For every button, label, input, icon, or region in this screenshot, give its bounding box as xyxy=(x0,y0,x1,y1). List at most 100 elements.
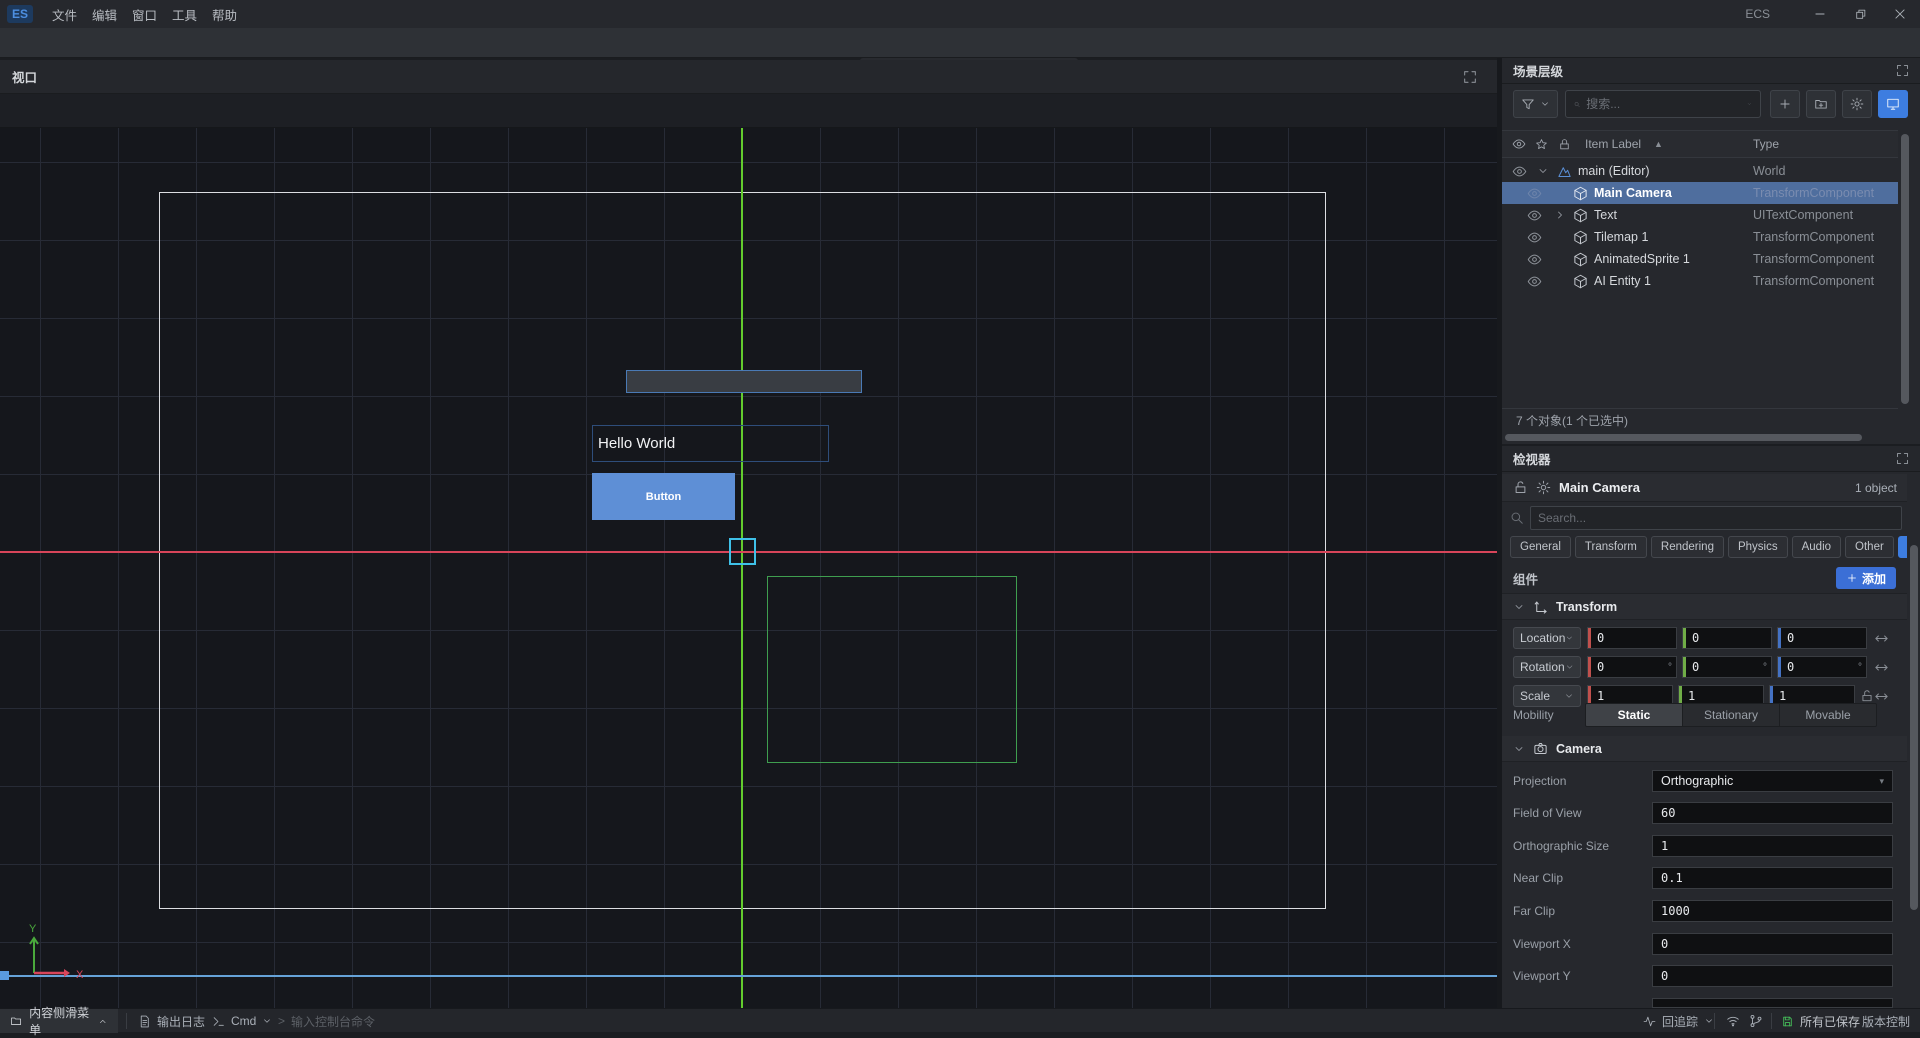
output-log-button[interactable]: 输出日志 xyxy=(138,1009,205,1033)
tab-transform[interactable]: Transform xyxy=(1575,536,1647,558)
tree-row-animatedsprite[interactable]: AnimatedSprite 1 TransformComponent xyxy=(1502,248,1898,270)
location-dropdown[interactable]: Location xyxy=(1513,627,1581,649)
funnel-icon xyxy=(1521,97,1535,111)
rotation-y-field[interactable]: ° xyxy=(1682,656,1772,678)
rotation-x-field[interactable]: ° xyxy=(1587,656,1677,678)
inspector-tabs: General Transform Rendering Physics Audi… xyxy=(1510,536,1920,558)
tree-row-tilemap[interactable]: Tilemap 1 TransformComponent xyxy=(1502,226,1898,248)
add-component-button[interactable]: 添加 xyxy=(1836,567,1896,589)
entity-button[interactable]: Button xyxy=(592,473,735,520)
display-mode-button[interactable] xyxy=(1878,90,1908,118)
chevron-down-icon[interactable] xyxy=(1537,165,1549,177)
tree-column-header[interactable]: Item Label ▲ Type xyxy=(1502,130,1898,158)
save-status[interactable]: 所有已保存 xyxy=(1781,1009,1860,1033)
inspector-search-input[interactable] xyxy=(1538,511,1894,525)
terminal-icon xyxy=(212,1015,225,1028)
near-clip-input[interactable] xyxy=(1652,867,1893,889)
hierarchy-expand-icon[interactable] xyxy=(1895,63,1910,78)
visibility-eye-icon[interactable] xyxy=(1527,186,1542,201)
chevron-down-icon xyxy=(1704,1016,1714,1026)
inspector-vertical-scrollbar[interactable] xyxy=(1907,474,1920,1008)
location-y-field[interactable] xyxy=(1682,627,1772,649)
entity-button-label: Button xyxy=(646,491,681,503)
mobility-static[interactable]: Static xyxy=(1586,704,1683,726)
version-control-button[interactable]: 版本控制 xyxy=(1862,1009,1910,1033)
close-button[interactable] xyxy=(1880,0,1920,28)
tree-row-main-camera[interactable]: Main Camera TransformComponent xyxy=(1502,182,1898,204)
console-command-input[interactable]: > 输入控制台命令 xyxy=(278,1009,375,1033)
unlock-icon[interactable] xyxy=(1513,480,1528,495)
tab-general[interactable]: General xyxy=(1510,536,1571,558)
visibility-eye-icon[interactable] xyxy=(1512,164,1527,179)
tree-row-main[interactable]: main (Editor) World xyxy=(1502,160,1898,182)
entity-cube-icon xyxy=(1573,208,1588,223)
hierarchy-search[interactable] xyxy=(1565,90,1761,118)
viewport-expand-icon[interactable] xyxy=(1462,69,1478,85)
tree-row-label: AnimatedSprite 1 xyxy=(1594,252,1690,266)
field-of-view-input[interactable] xyxy=(1652,802,1893,824)
reset-rotation-icon[interactable] xyxy=(1874,660,1889,675)
camera-section-header[interactable]: Camera xyxy=(1502,736,1920,762)
inspector-expand-icon[interactable] xyxy=(1895,451,1910,466)
near-clip-row: Near Clip xyxy=(1502,863,1920,893)
tab-audio[interactable]: Audio xyxy=(1792,536,1841,558)
gear-icon[interactable] xyxy=(1536,480,1551,495)
viewport-canvas[interactable]: Hello World Button Y X xyxy=(0,128,1497,1008)
entity-text[interactable]: Hello World xyxy=(592,425,829,462)
hierarchy-vertical-scrollbar[interactable] xyxy=(1898,130,1911,442)
viewport-y-input[interactable] xyxy=(1652,965,1893,987)
tab-other[interactable]: Other xyxy=(1845,536,1894,558)
visibility-eye-icon[interactable] xyxy=(1527,230,1542,245)
visibility-eye-icon[interactable] xyxy=(1527,274,1542,289)
camera-icon xyxy=(1533,741,1548,756)
hierarchy-header: 场景层级 xyxy=(1502,58,1920,84)
far-clip-input[interactable] xyxy=(1652,900,1893,922)
rotation-z-field[interactable]: ° xyxy=(1777,656,1867,678)
tree-row-text[interactable]: Text UITextComponent xyxy=(1502,204,1898,226)
mobility-movable[interactable]: Movable xyxy=(1780,704,1876,726)
new-folder-button[interactable] xyxy=(1806,90,1836,118)
minimize-button[interactable] xyxy=(1800,0,1840,28)
tree-row-label: AI Entity 1 xyxy=(1594,274,1651,288)
column-type[interactable]: Type xyxy=(1753,137,1779,151)
filter-dropdown[interactable] xyxy=(1513,90,1558,118)
entity-collider-rect[interactable] xyxy=(767,576,1017,763)
lock-column-icon xyxy=(1558,138,1571,151)
rotation-dropdown[interactable]: Rotation xyxy=(1513,656,1581,678)
selection-handle[interactable] xyxy=(729,538,756,565)
mobility-stationary[interactable]: Stationary xyxy=(1683,704,1780,726)
entity-tilemap-bar[interactable] xyxy=(626,370,862,393)
inspector-search[interactable] xyxy=(1510,506,1902,530)
viewport-title: 视口 xyxy=(12,67,37,86)
rotation-row: Rotation ° ° ° xyxy=(1502,653,1920,682)
content-drawer-button[interactable]: 内容侧滑菜单 xyxy=(0,1009,118,1033)
restore-button[interactable] xyxy=(1840,0,1880,28)
location-x-field[interactable] xyxy=(1587,627,1677,649)
network-status-icon[interactable] xyxy=(1726,1014,1740,1028)
projection-select[interactable]: Orthographic ▾ xyxy=(1652,770,1893,792)
scene-hierarchy-panel: 场景层级 Item Label ▲ Type main (Editor) Wor… xyxy=(1502,58,1920,444)
hierarchy-settings-button[interactable] xyxy=(1842,90,1872,118)
visibility-eye-icon[interactable] xyxy=(1527,252,1542,267)
tab-rendering[interactable]: Rendering xyxy=(1651,536,1724,558)
tab-physics[interactable]: Physics xyxy=(1728,536,1788,558)
column-item-label[interactable]: Item Label xyxy=(1585,137,1641,151)
visibility-eye-icon[interactable] xyxy=(1527,208,1542,223)
pulse-icon xyxy=(1643,1015,1656,1028)
viewport-x-input[interactable] xyxy=(1652,933,1893,955)
viewport-toolbar: 10 15° 0.25 79% xyxy=(0,94,1497,128)
reset-location-icon[interactable] xyxy=(1874,631,1889,646)
hierarchy-horizontal-scrollbar[interactable] xyxy=(1502,433,1898,442)
menu-help[interactable]: 帮助 xyxy=(200,0,249,28)
axis-x-label: X xyxy=(76,969,84,981)
hierarchy-search-input[interactable] xyxy=(1586,97,1741,111)
source-control-branch-icon[interactable] xyxy=(1749,1014,1763,1028)
add-entity-button[interactable] xyxy=(1770,90,1800,118)
location-z-field[interactable] xyxy=(1777,627,1867,649)
cmd-dropdown[interactable]: Cmd xyxy=(212,1009,272,1033)
orthographic-size-input[interactable] xyxy=(1652,835,1893,857)
trace-dropdown[interactable]: 回追踪 xyxy=(1643,1009,1714,1033)
tree-row-ai-entity[interactable]: AI Entity 1 TransformComponent xyxy=(1502,270,1898,292)
chevron-right-icon[interactable] xyxy=(1554,209,1566,221)
transform-section-header[interactable]: Transform xyxy=(1502,594,1920,620)
